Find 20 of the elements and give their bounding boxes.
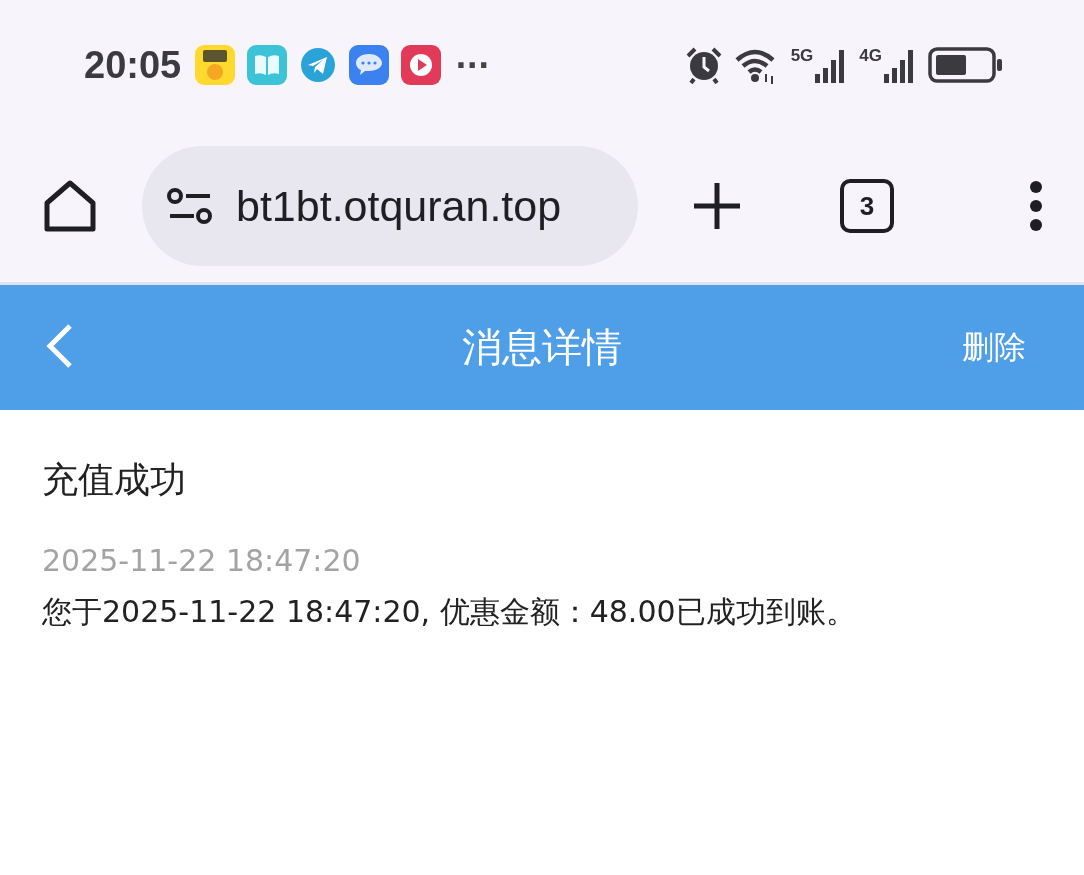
book-icon	[247, 45, 288, 85]
address-bar[interactable]: bt1bt.otquran.top	[142, 146, 638, 266]
paper-plane-icon	[299, 46, 338, 84]
message-body: 您于2025-11-22 18:47:20, 优惠金额：48.00已成功到账。	[42, 593, 857, 631]
more-notifications: ···	[455, 47, 490, 83]
menu-icon[interactable]	[1028, 180, 1044, 232]
network-label: 4G	[859, 46, 882, 66]
home-icon[interactable]	[42, 179, 98, 233]
play-icon	[401, 45, 442, 85]
site-settings-icon[interactable]	[166, 186, 214, 226]
message-title: 充值成功	[42, 458, 187, 502]
alarm-icon	[684, 46, 723, 84]
page-title: 消息详情	[462, 324, 622, 370]
message-time: 2025-11-22 18:47:20	[42, 543, 362, 578]
network-label: 5G	[790, 46, 814, 66]
clock-time: 20:05	[84, 43, 182, 87]
battery-icon	[928, 46, 1004, 84]
app-notification-icon	[195, 45, 236, 85]
chat-bubble-icon	[349, 45, 390, 85]
tab-count[interactable]: 3	[840, 179, 894, 233]
